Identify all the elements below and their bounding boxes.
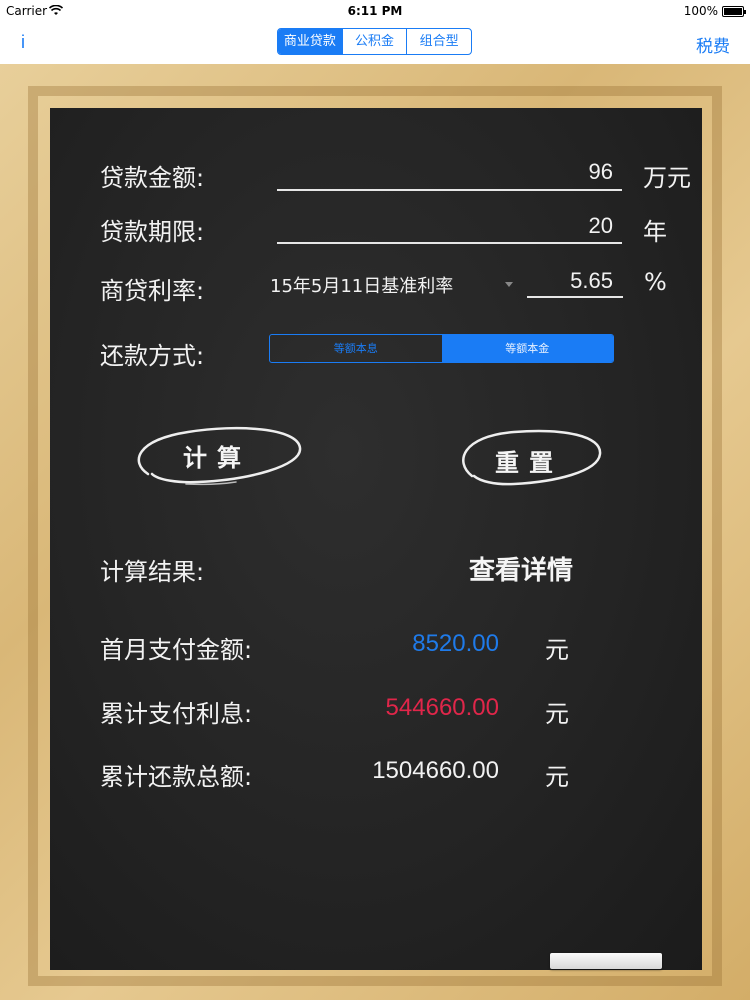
status-bar: Carrier 6:11 PM 100% xyxy=(0,0,750,22)
info-button[interactable]: i xyxy=(21,32,25,53)
battery-percent: 100% xyxy=(683,4,718,18)
reset-button-label: 重置 xyxy=(495,447,563,477)
loan-term-field[interactable]: 20 xyxy=(277,213,613,239)
chalk-icon xyxy=(550,953,662,969)
first-month-payment-label: 首月支付金额: xyxy=(100,636,253,664)
nav-bar: i 商业贷款 公积金 组合型 税费 xyxy=(0,22,750,64)
first-month-payment-unit: 元 xyxy=(545,636,569,664)
reset-button[interactable]: 重置 xyxy=(454,424,604,488)
calculate-button[interactable]: 计算 xyxy=(128,422,306,488)
interest-rate-unit: % xyxy=(644,268,667,296)
loan-term-unit: 年 xyxy=(643,218,667,246)
rate-type-picker[interactable]: 15年5月11日基准利率 xyxy=(270,272,453,298)
segment-equal-installment[interactable]: 等额本息 xyxy=(270,335,442,362)
total-repayment-value: 1504660.00 xyxy=(372,757,499,784)
interest-rate-label: 商贷利率: xyxy=(100,277,205,305)
loan-term-underline xyxy=(277,242,622,244)
total-interest-label: 累计支付利息: xyxy=(100,700,253,728)
segment-equal-principal[interactable]: 等额本金 xyxy=(441,335,613,362)
total-interest-unit: 元 xyxy=(545,700,569,728)
loan-amount-field[interactable]: 96 xyxy=(277,159,613,185)
repayment-method-segmented-control: 等额本息 等额本金 xyxy=(269,334,614,363)
segment-combined[interactable]: 组合型 xyxy=(407,29,471,54)
repayment-method-label: 还款方式: xyxy=(100,342,205,370)
view-details-link[interactable]: 查看详情 xyxy=(469,550,573,587)
loan-amount-underline xyxy=(277,189,622,191)
segment-commercial-loan[interactable]: 商业贷款 xyxy=(278,29,343,54)
total-interest-value: 544660.00 xyxy=(385,694,499,721)
total-repayment-unit: 元 xyxy=(545,763,569,791)
interest-rate-underline xyxy=(527,296,623,298)
clock: 6:11 PM xyxy=(347,4,403,18)
loan-amount-label: 贷款金额: xyxy=(100,164,205,192)
segment-provident-fund[interactable]: 公积金 xyxy=(343,29,408,54)
calculate-button-label: 计算 xyxy=(183,442,251,472)
total-repayment-label: 累计还款总额: xyxy=(100,763,253,791)
interest-rate-field[interactable]: 5.65 xyxy=(527,268,613,294)
loan-type-segmented-control: 商业贷款 公积金 组合型 xyxy=(277,28,472,55)
result-label: 计算结果: xyxy=(100,558,205,586)
loan-term-label: 贷款期限: xyxy=(100,218,205,246)
chevron-down-icon[interactable] xyxy=(505,282,513,287)
tax-button[interactable]: 税费 xyxy=(696,32,730,57)
first-month-payment-value: 8520.00 xyxy=(412,630,499,657)
battery-icon xyxy=(722,6,746,17)
loan-amount-unit: 万元 xyxy=(643,164,691,192)
